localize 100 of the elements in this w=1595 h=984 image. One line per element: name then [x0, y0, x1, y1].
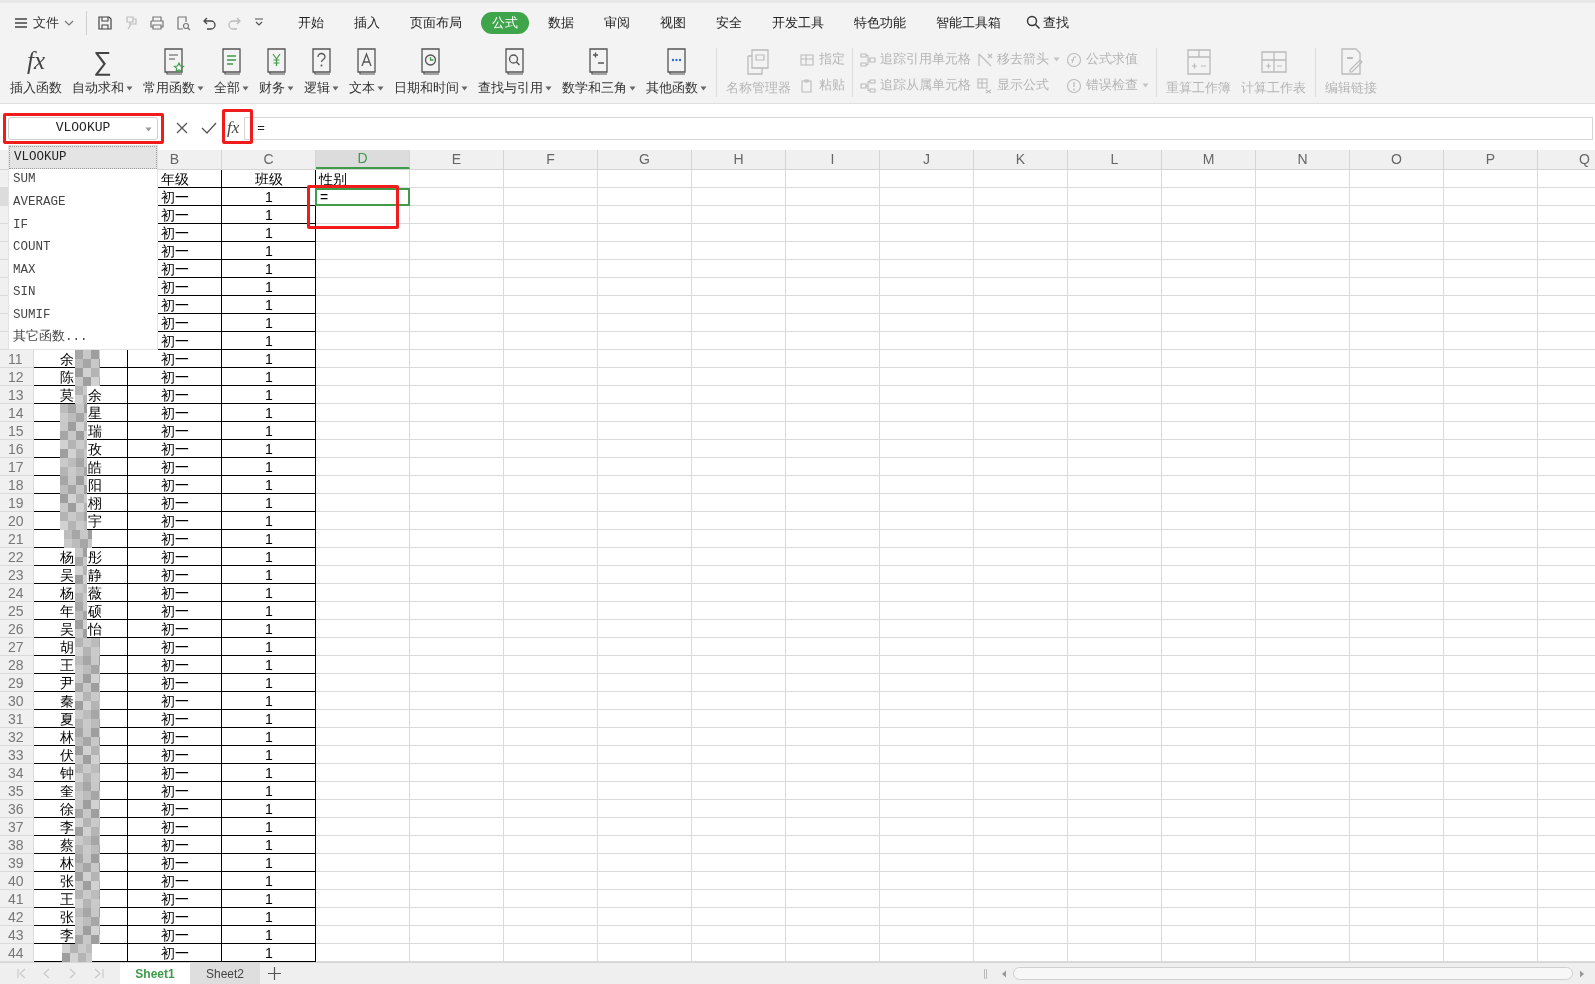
scrollbar-thumb[interactable]	[1013, 967, 1573, 980]
ribbon-tab[interactable]: 数据	[537, 11, 585, 34]
next-sheet-icon[interactable]	[68, 968, 78, 979]
ribbon-tab[interactable]: 安全	[705, 11, 753, 34]
row-header[interactable]: 40	[0, 872, 34, 890]
row-header[interactable]: 15	[0, 422, 34, 440]
ribbon-tab[interactable]: 开发工具	[761, 11, 835, 34]
row-header[interactable]: 34	[0, 764, 34, 782]
check-icon[interactable]	[201, 121, 217, 135]
row-header[interactable]: 19	[0, 494, 34, 512]
ribbon-tab[interactable]: 页面布局	[399, 11, 473, 34]
function-option[interactable]: SUM	[9, 168, 157, 192]
row-header[interactable]: 12	[0, 368, 34, 386]
column-header[interactable]: P	[1444, 150, 1538, 169]
function-option[interactable]: AVERAGE	[9, 191, 157, 214]
row-header[interactable]: 22	[0, 548, 34, 566]
row-header[interactable]: 27	[0, 638, 34, 656]
column-header[interactable]: G	[598, 150, 692, 169]
row-header[interactable]: 38	[0, 836, 34, 854]
insert-function-button[interactable]: fx	[227, 115, 240, 141]
column-header[interactable]: M	[1162, 150, 1256, 169]
scroll-right-icon[interactable]	[1579, 969, 1585, 978]
add-icon[interactable]	[268, 967, 281, 980]
row-header[interactable]: 39	[0, 854, 34, 872]
function-option[interactable]: VLOOKUP	[9, 146, 157, 169]
column-header[interactable]: O	[1350, 150, 1444, 169]
ribbon-button[interactable]: 财务	[257, 42, 296, 103]
ribbon-tab[interactable]: 审阅	[593, 11, 641, 34]
column-header[interactable]: H	[692, 150, 786, 169]
ribbon-tab[interactable]: 开始	[287, 11, 335, 34]
function-option[interactable]: SUMIF	[9, 303, 157, 327]
print-icon[interactable]	[149, 14, 165, 31]
row-header[interactable]: 44	[0, 944, 34, 962]
column-header[interactable]: J	[880, 150, 974, 169]
ribbon-button[interactable]: 常用函数	[141, 42, 206, 103]
cancel-icon[interactable]	[175, 121, 189, 135]
row-header[interactable]: 42	[0, 908, 34, 926]
function-option[interactable]: COUNT	[9, 236, 157, 259]
preview-icon[interactable]	[175, 14, 191, 31]
column-header[interactable]: E	[410, 150, 504, 169]
ribbon-button[interactable]: 日期和时间	[392, 42, 470, 103]
row-header[interactable]: 41	[0, 890, 34, 908]
row-header[interactable]: 30	[0, 692, 34, 710]
ribbon-button[interactable]: fx 插入函数	[8, 42, 64, 103]
ribbon-button[interactable]: ∑ 自动求和	[70, 42, 135, 103]
row-header[interactable]: 32	[0, 728, 34, 746]
ribbon-button[interactable]: 文本	[347, 42, 386, 103]
scroll-left-icon[interactable]	[1001, 969, 1007, 978]
row-header[interactable]: 20	[0, 512, 34, 530]
last-sheet-icon[interactable]	[94, 968, 104, 979]
row-header[interactable]: 24	[0, 584, 34, 602]
column-header[interactable]: K	[974, 150, 1068, 169]
row-header[interactable]: 31	[0, 710, 34, 728]
ribbon-tab[interactable]: 智能工具箱	[925, 11, 1012, 34]
ribbon-tab[interactable]: 插入	[343, 11, 391, 34]
column-header[interactable]: L	[1068, 150, 1162, 169]
ribbon-tab[interactable]: 视图	[649, 11, 697, 34]
file-menu-button[interactable]: 文件	[12, 8, 76, 37]
row-header[interactable]: 26	[0, 620, 34, 638]
row-header[interactable]: 28	[0, 656, 34, 674]
function-option[interactable]: IF	[9, 213, 157, 237]
caret-icon[interactable]	[145, 126, 152, 132]
row-header[interactable]: 21	[0, 530, 34, 548]
ribbon-button[interactable]: 全部	[212, 42, 251, 103]
name-box[interactable]: VLOOKUP	[8, 116, 158, 140]
row-header[interactable]: 36	[0, 800, 34, 818]
ribbon-button[interactable]: 逻辑	[302, 42, 341, 103]
format-icon[interactable]	[123, 14, 139, 31]
column-header[interactable]: N	[1256, 150, 1350, 169]
row-header[interactable]: 35	[0, 782, 34, 800]
first-sheet-icon[interactable]	[16, 968, 26, 979]
function-option[interactable]: MAX	[9, 258, 157, 282]
save-icon[interactable]	[97, 14, 113, 31]
sheet-tab[interactable]: Sheet1	[120, 963, 190, 984]
row-header[interactable]: 37	[0, 818, 34, 836]
row-header[interactable]: 29	[0, 674, 34, 692]
row-header[interactable]: 14	[0, 404, 34, 422]
ribbon-button[interactable]: 查找与引用	[476, 42, 554, 103]
column-header[interactable]: Q	[1538, 150, 1595, 169]
function-option[interactable]: SIN	[9, 281, 157, 304]
row-header[interactable]: 43	[0, 926, 34, 944]
ribbon-tab[interactable]: 公式	[481, 11, 529, 34]
row-header[interactable]: 16	[0, 440, 34, 458]
column-header[interactable]: D	[316, 150, 410, 169]
row-header[interactable]: 23	[0, 566, 34, 584]
column-header[interactable]: I	[786, 150, 880, 169]
function-option[interactable]: 其它函数...	[9, 326, 157, 349]
row-header[interactable]: 25	[0, 602, 34, 620]
row-header[interactable]: 18	[0, 476, 34, 494]
ribbon-button[interactable]: 其他函数	[644, 42, 709, 103]
row-header[interactable]: 33	[0, 746, 34, 764]
row-header[interactable]: 11	[0, 350, 34, 368]
column-header[interactable]: F	[504, 150, 598, 169]
ribbon-tab[interactable]: 特色功能	[843, 11, 917, 34]
row-header[interactable]: 17	[0, 458, 34, 476]
search-button[interactable]: 查找	[1020, 11, 1075, 34]
ribbon-button[interactable]: 数学和三角	[560, 42, 638, 103]
previous-sheet-icon[interactable]	[42, 968, 52, 979]
row-header[interactable]: 13	[0, 386, 34, 404]
sheet-tab[interactable]: Sheet2	[190, 963, 260, 984]
